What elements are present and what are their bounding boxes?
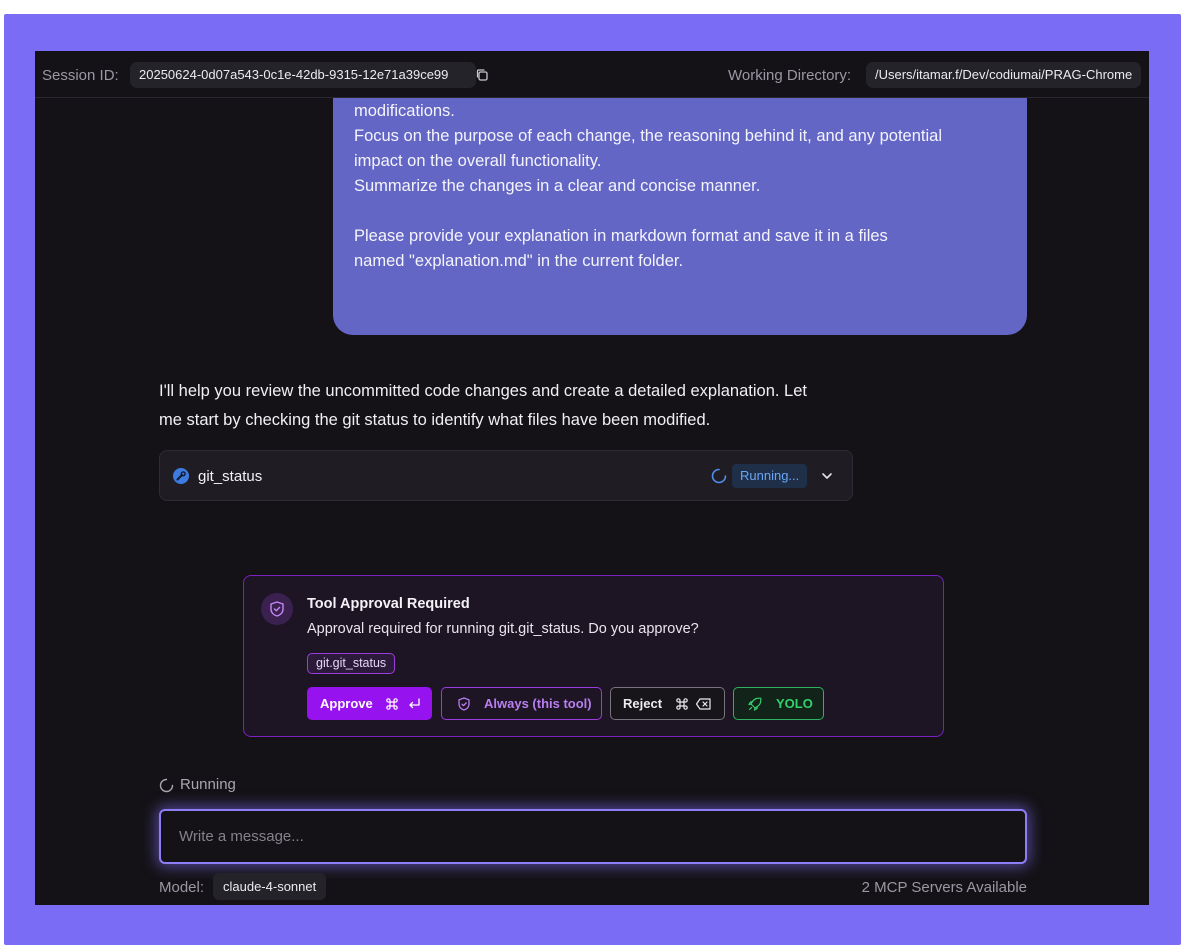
user-message-line: impact on the overall functionality. bbox=[354, 152, 602, 170]
working-directory-value: /Users/itamar.f/Dev/codiumai/PRAG-Chrome bbox=[875, 67, 1133, 82]
tool-approval-panel: Tool Approval Required Approval required… bbox=[243, 575, 944, 737]
always-allow-label: Always (this tool) bbox=[484, 696, 592, 711]
reject-button[interactable]: Reject bbox=[610, 687, 725, 720]
message-input[interactable] bbox=[159, 809, 1027, 864]
tool-status-badge: Running... bbox=[732, 464, 808, 488]
assistant-message-line: I'll help you review the uncommitted cod… bbox=[159, 382, 807, 400]
session-id-pill[interactable]: 20250624-0d07a543-0c1e-42db-9315-12e71a3… bbox=[130, 62, 488, 88]
command-key-icon bbox=[386, 698, 398, 710]
approval-message: Approval required for running git.git_st… bbox=[307, 621, 699, 637]
user-message-bubble: modifications. Focus on the purpose of e… bbox=[333, 81, 1027, 335]
backspace-key-icon bbox=[695, 698, 711, 710]
rocket-icon bbox=[748, 697, 762, 711]
user-message-line: Summarize the changes in a clear and con… bbox=[354, 177, 761, 195]
mcp-servers-status: 2 MCP Servers Available bbox=[861, 879, 1027, 896]
working-directory-label: Working Directory: bbox=[728, 67, 852, 84]
session-id-label: Session ID: bbox=[42, 67, 119, 84]
wrench-icon bbox=[173, 468, 189, 484]
session-header: Session ID: 20250624-0d07a543-0c1e-42db-… bbox=[35, 51, 1149, 98]
user-message-line: Please provide your explanation in markd… bbox=[354, 227, 888, 245]
chevron-down-icon[interactable] bbox=[821, 470, 833, 482]
approval-tool-tag: git.git_status bbox=[307, 653, 396, 674]
approve-button[interactable]: Approve bbox=[307, 687, 432, 720]
loading-spinner-icon bbox=[711, 468, 727, 484]
assistant-message-line: me start by checking the git status to i… bbox=[159, 411, 711, 429]
loading-spinner-icon bbox=[159, 778, 174, 793]
enter-key-icon bbox=[409, 698, 420, 709]
model-label: Model: bbox=[159, 879, 205, 896]
approval-shield-badge bbox=[261, 593, 293, 625]
session-id-value: 20250624-0d07a543-0c1e-42db-9315-12e71a3… bbox=[139, 67, 449, 82]
approval-title: Tool Approval Required bbox=[307, 596, 470, 612]
reject-button-label: Reject bbox=[623, 696, 663, 711]
model-selector[interactable]: claude-4-sonnet bbox=[213, 873, 327, 900]
tool-call-card[interactable]: git_status Running... bbox=[159, 450, 853, 501]
user-message-line: Focus on the purpose of each change, the… bbox=[354, 127, 943, 145]
tool-call-name: git_status bbox=[198, 468, 263, 485]
yolo-button-label: YOLO bbox=[776, 696, 813, 711]
shield-check-icon bbox=[458, 697, 470, 711]
assistant-message: I'll help you review the uncommitted cod… bbox=[159, 377, 859, 435]
yolo-button[interactable]: YOLO bbox=[733, 687, 824, 720]
user-message-line: modifications. bbox=[354, 102, 455, 120]
user-message-line bbox=[354, 199, 1004, 224]
working-directory-pill[interactable]: /Users/itamar.f/Dev/codiumai/PRAG-Chrome bbox=[866, 62, 1142, 88]
shield-icon bbox=[270, 601, 284, 617]
chat-app: modifications. Focus on the purpose of e… bbox=[35, 51, 1149, 905]
always-allow-button[interactable]: Always (this tool) bbox=[441, 687, 602, 720]
user-message-text: modifications. Focus on the purpose of e… bbox=[354, 99, 1004, 274]
user-message-line: named "explanation.md" in the current fo… bbox=[354, 252, 684, 270]
copy-icon[interactable] bbox=[475, 68, 489, 82]
running-label: Running bbox=[180, 776, 236, 793]
approve-button-label: Approve bbox=[320, 696, 373, 711]
command-key-icon bbox=[676, 698, 688, 710]
